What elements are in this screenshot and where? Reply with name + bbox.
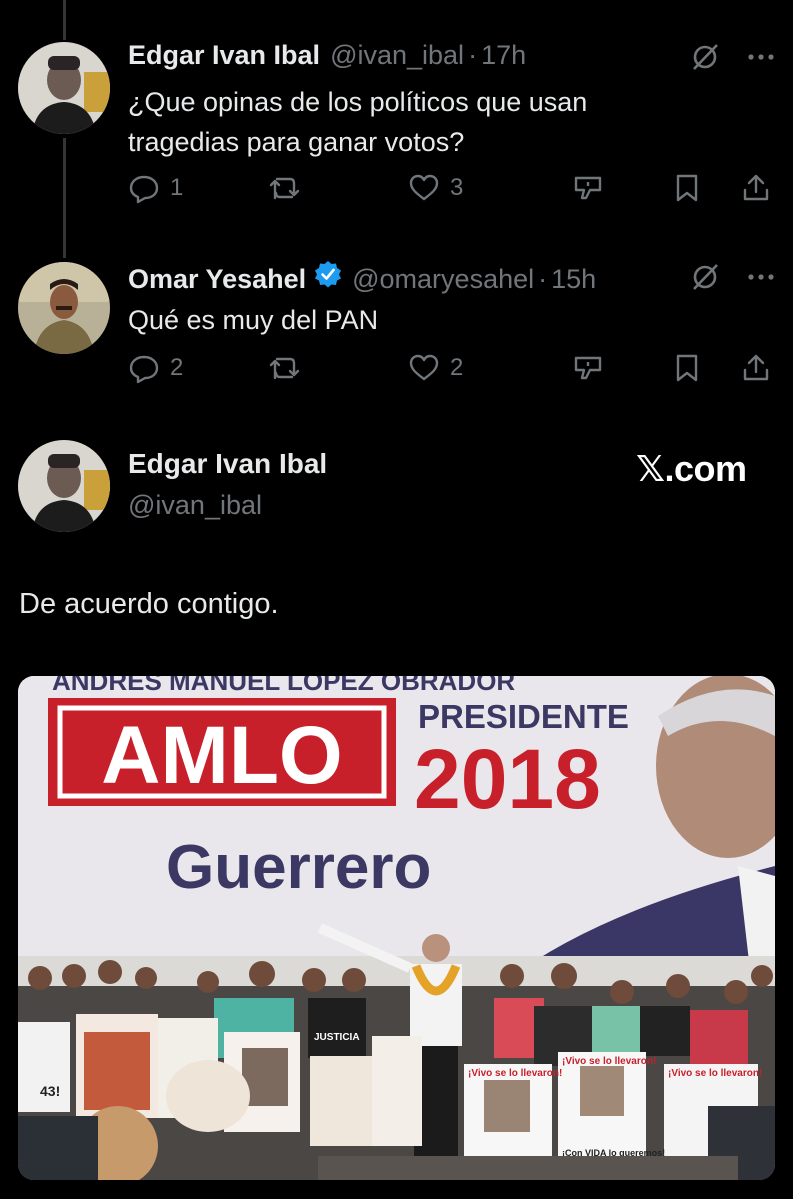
more-icon[interactable] xyxy=(746,42,776,72)
post-text: De acuerdo contigo. xyxy=(19,588,279,620)
avatar[interactable] xyxy=(18,262,110,354)
like-icon xyxy=(408,172,440,204)
reply-count: 2 xyxy=(170,354,184,381)
banner-top-text: ANDRES MANUEL LOPEZ OBRADOR xyxy=(52,676,515,696)
tweet-top-actions xyxy=(690,262,776,292)
timestamp[interactable]: 17h xyxy=(481,40,526,71)
banner-state: Guerrero xyxy=(166,833,431,902)
x-logo-label: 𝕏.com xyxy=(636,448,747,489)
timestamp[interactable]: 15h xyxy=(551,264,596,295)
tweet-text-line: ¿Que opinas de los políticos que usan xyxy=(128,87,588,117)
retweet-icon xyxy=(268,172,302,204)
poster-text: ¡Vivo se lo llevaron! xyxy=(468,1068,562,1079)
tweet-action-bar: 2 2 xyxy=(128,352,773,392)
user-handle[interactable]: @ivan_ibal xyxy=(128,490,262,521)
grok-button[interactable] xyxy=(572,352,604,384)
reply-count: 1 xyxy=(170,174,184,201)
like-count: 3 xyxy=(450,174,464,201)
tweet-header: Edgar Ivan Ibal @ivan_ibal · 17h xyxy=(128,40,526,71)
reply-button[interactable]: 1 xyxy=(128,172,183,204)
display-name[interactable]: Edgar Ivan Ibal xyxy=(128,448,327,480)
reply-button[interactable]: 2 xyxy=(128,352,183,384)
avatar[interactable] xyxy=(18,440,110,532)
user-handle[interactable]: @ivan_ibal xyxy=(330,40,464,71)
retweet-icon xyxy=(268,352,302,384)
share-icon xyxy=(740,352,772,384)
reply-icon xyxy=(128,172,160,204)
display-name[interactable]: Omar Yesahel xyxy=(128,264,306,295)
no-translate-icon[interactable] xyxy=(690,262,720,292)
retweet-button[interactable] xyxy=(268,172,312,204)
bookmark-icon xyxy=(672,352,702,384)
thread-line-middle xyxy=(63,138,66,258)
avatar[interactable] xyxy=(18,42,110,134)
banner-year: 2018 xyxy=(414,732,601,826)
reply-icon xyxy=(128,352,160,384)
share-button[interactable] xyxy=(740,352,772,384)
bookmark-button[interactable] xyxy=(672,352,702,384)
tweet-action-bar: 1 3 xyxy=(128,172,773,212)
tweet-text: Qué es muy del PAN xyxy=(128,300,378,340)
like-icon xyxy=(408,352,440,384)
verified-icon xyxy=(314,260,342,288)
share-icon xyxy=(740,172,772,204)
banner-brand: AMLO xyxy=(101,710,342,801)
separator-dot: · xyxy=(468,40,478,70)
tweet-text: ¿Que opinas de los políticos que usan tr… xyxy=(128,82,587,162)
grok-button[interactable] xyxy=(572,172,604,204)
post-image[interactable]: ANDRES MANUEL LOPEZ OBRADOR AMLO PRESIDE… xyxy=(18,676,775,1180)
banner-presidente: PRESIDENTE xyxy=(418,698,629,735)
retweet-button[interactable] xyxy=(268,352,312,384)
like-count: 2 xyxy=(450,354,464,381)
display-name[interactable]: Edgar Ivan Ibal xyxy=(128,40,320,71)
tweet-header: Omar Yesahel @omaryesahel · 15h xyxy=(128,260,596,295)
bookmark-button[interactable] xyxy=(672,172,702,204)
user-handle[interactable]: @omaryesahel xyxy=(352,264,534,295)
bookmark-icon xyxy=(672,172,702,204)
poster-text: ¡Vivo se lo llevaron! xyxy=(562,1056,656,1067)
tweet-top-actions xyxy=(690,42,776,72)
like-button[interactable]: 3 xyxy=(408,172,463,204)
tweet-text-line: Qué es muy del PAN xyxy=(128,305,379,335)
no-translate-icon[interactable] xyxy=(690,42,720,72)
grok-icon xyxy=(572,352,604,384)
thread-line-top xyxy=(63,0,66,40)
grok-icon xyxy=(572,172,604,204)
share-button[interactable] xyxy=(740,172,772,204)
tweet-text-line: tragedias para ganar votos? xyxy=(128,127,465,157)
like-button[interactable]: 2 xyxy=(408,352,463,384)
poster-text: 43! xyxy=(40,1083,60,1099)
separator-dot: · xyxy=(538,264,548,294)
poster-text: ¡Vivo se lo llevaron! xyxy=(668,1068,762,1079)
more-icon[interactable] xyxy=(746,262,776,292)
poster-text: JUSTICIA xyxy=(314,1032,360,1043)
